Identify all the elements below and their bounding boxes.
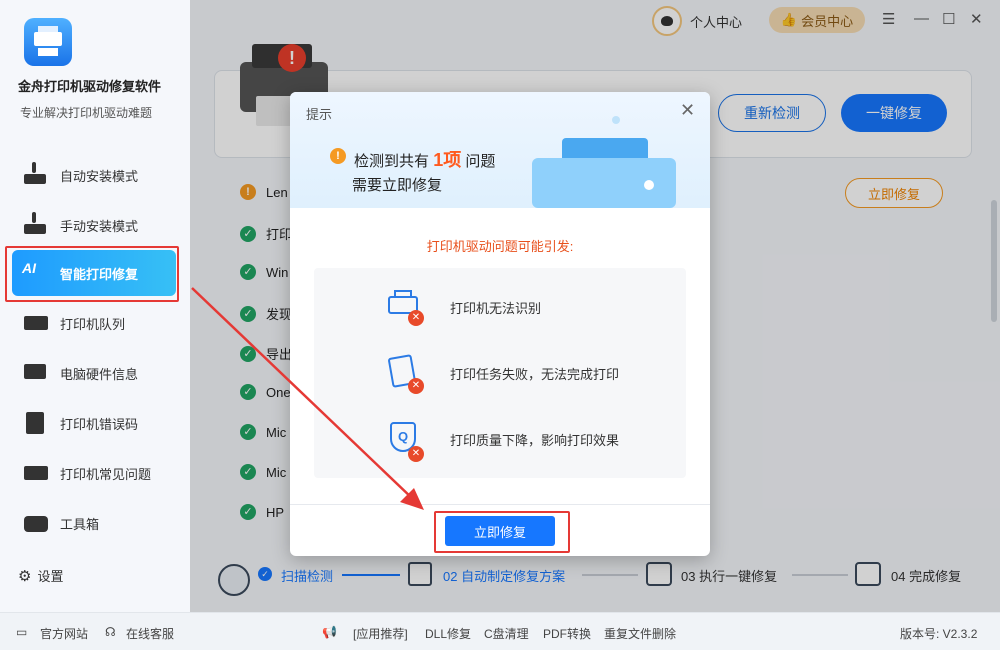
quality-error-icon: Q ✕	[386, 420, 424, 462]
dialog-message: 检测到共有 1项 问题	[354, 146, 495, 172]
issue-item: 打印任务失败，无法完成打印	[450, 367, 620, 382]
pdf-convert-link[interactable]: PDF转换	[543, 625, 591, 642]
sidebar: 金舟打印机驱动修复软件 专业解决打印机驱动难题 自动安装模式 手动安装模式 AI…	[0, 0, 190, 612]
headset-icon: ☊	[105, 625, 116, 639]
footer-bar: ▭ 官方网站 ☊ 在线客服 📢 [应用推荐] DLL修复 C盘清理 PDF转换 …	[0, 612, 1000, 650]
sidebar-highlight-frame	[5, 246, 179, 302]
dialog-message-suffix: 问题	[465, 153, 496, 170]
app-title: 金舟打印机驱动修复软件	[18, 79, 162, 94]
app-subtitle: 专业解决打印机驱动难题	[20, 106, 153, 120]
printer-error-icon: ✕	[386, 288, 424, 326]
issue-item: 打印机无法识别	[450, 301, 542, 316]
printer-illustration-icon	[532, 138, 676, 208]
settings-label: 设置	[37, 569, 64, 584]
issue-list: ✕ 打印机无法识别 ✕ 打印任务失败，无法完成打印 Q ✕ 打印质量下降，影响打…	[314, 268, 686, 478]
app-window: 金舟打印机驱动修复软件 专业解决打印机驱动难题 自动安装模式 手动安装模式 AI…	[0, 0, 1000, 650]
sidebar-item-label: 打印机队列	[60, 316, 126, 332]
sidebar-item-label: 打印机常见问题	[60, 466, 152, 482]
warning-icon: !	[330, 148, 346, 164]
decor-dot	[612, 116, 620, 124]
error-badge-icon: ✕	[408, 310, 424, 326]
version-label: 版本号: V2.3.2	[900, 627, 978, 641]
official-site-link[interactable]: 官方网站	[40, 625, 88, 642]
dup-delete-link[interactable]: 重复文件删除	[604, 625, 676, 642]
sidebar-item-label: 电脑硬件信息	[60, 366, 139, 382]
sidebar-item-hardware-info[interactable]: 电脑硬件信息	[12, 350, 176, 396]
dialog-message-line2: 需要立即修复	[352, 177, 443, 194]
dialog-message-prefix: 检测到共有	[354, 153, 430, 170]
monitor-icon: ▭	[16, 625, 28, 639]
app-logo-icon	[24, 18, 72, 66]
issue-count: 1项	[433, 150, 462, 170]
toolbox-icon	[22, 510, 50, 536]
online-service-link[interactable]: 在线客服	[126, 625, 174, 642]
issue-item: 打印质量下降，影响打印效果	[450, 433, 620, 448]
dll-fix-link[interactable]: DLL修复	[425, 625, 471, 642]
error-badge-icon: ✕	[408, 378, 424, 394]
c-clean-link[interactable]: C盘清理	[484, 625, 529, 642]
issue-dialog: 提示 ✕ ! 检测到共有 1项 问题 需要立即修复 打印机驱动问题可能引发: ✕…	[290, 92, 710, 556]
button-highlight-frame	[434, 511, 570, 553]
recommend-label: [应用推荐]	[353, 627, 408, 641]
sidebar-item-label: 工具箱	[60, 516, 100, 532]
sidebar-item-error-code[interactable]: 打印机错误码	[12, 400, 176, 446]
error-badge-icon: ✕	[408, 446, 424, 462]
sidebar-item-label: 打印机错误码	[60, 416, 139, 432]
sidebar-item-label: 自动安装模式	[60, 168, 139, 184]
settings-button[interactable]: ⚙ 设置	[18, 566, 63, 585]
dialog-divider	[290, 504, 710, 505]
sidebar-item-toolbox[interactable]: 工具箱	[12, 500, 176, 546]
sidebar-item-manual-install[interactable]: 手动安装模式	[12, 202, 176, 248]
download-printer-icon	[22, 162, 50, 188]
sidebar-item-label: 手动安装模式	[60, 218, 139, 234]
sidebar-item-print-queue[interactable]: 打印机队列	[12, 300, 176, 346]
faq-icon	[22, 460, 50, 486]
document-error-icon: ✕	[386, 354, 424, 394]
dialog-title: 提示	[306, 107, 333, 122]
manual-install-icon	[22, 212, 50, 238]
megaphone-icon: 📢	[322, 625, 337, 639]
error-code-icon	[22, 410, 50, 436]
print-queue-icon	[22, 310, 50, 336]
dialog-subtitle: 打印机驱动问题可能引发:	[426, 239, 574, 254]
hardware-info-icon	[22, 360, 50, 386]
sidebar-item-faq[interactable]: 打印机常见问题	[12, 450, 176, 496]
gear-icon: ⚙	[18, 567, 32, 585]
sidebar-item-auto-install[interactable]: 自动安装模式	[12, 152, 176, 198]
dialog-close-icon[interactable]: ✕	[680, 100, 695, 121]
